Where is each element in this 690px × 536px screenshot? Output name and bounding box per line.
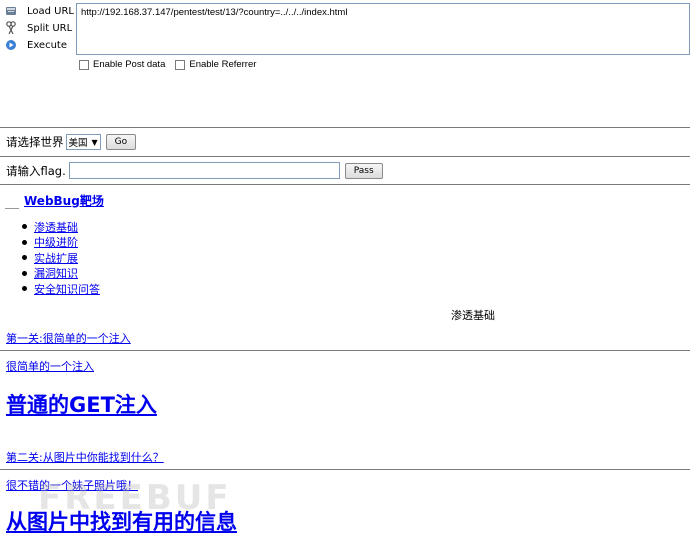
split-url-label: Split URL — [27, 22, 73, 34]
chevron-down-icon: ▼ — [91, 137, 98, 147]
menu-item: 安全知识问答 — [22, 281, 100, 297]
execute-button[interactable]: Execute — [4, 37, 67, 53]
load-url-icon — [4, 4, 18, 18]
divider — [0, 127, 690, 128]
lesson-heading-2[interactable]: 从图片中找到有用的信息 — [6, 506, 237, 536]
lesson-link-2[interactable]: 第二关:从图片中你能找到什么？ — [6, 449, 164, 465]
country-select[interactable]: 美国 ▼ — [65, 134, 101, 150]
country-form: 请选择世界 美国 ▼ Go — [6, 134, 137, 150]
enable-post-data-label: Enable Post data — [93, 59, 166, 70]
divider — [0, 156, 690, 157]
load-url-button[interactable]: Load URL — [4, 3, 74, 19]
load-url-label: Load URL — [27, 5, 75, 17]
lesson-link-1[interactable]: 第一关:很简单的一个注入 — [6, 330, 131, 346]
go-button[interactable]: Go — [105, 134, 137, 150]
enable-referrer-checkbox[interactable]: Enable Referrer — [175, 59, 256, 70]
menu-link-security-qa[interactable]: 安全知识问答 — [34, 281, 100, 297]
bullet-icon — [22, 286, 27, 292]
execute-icon — [4, 38, 18, 52]
brand-link[interactable]: WebBug靶场 — [24, 192, 104, 209]
menu-link-vulnerabilities[interactable]: 漏洞知识 — [34, 265, 78, 281]
split-url-button[interactable]: Split URL — [4, 20, 72, 36]
hackbar-toolbar: Load URL Split URL Execute http://192.16… — [0, 0, 690, 73]
menu-item: 渗透基础 — [22, 219, 100, 235]
flag-form: 请输入flag. Pass — [6, 162, 383, 179]
checkbox-box[interactable] — [79, 59, 89, 70]
url-textarea[interactable]: http://192.168.37.147/pentest/test/13/?c… — [76, 3, 690, 55]
menu-link-intermediate[interactable]: 中级进阶 — [34, 234, 78, 250]
menu-link-basics[interactable]: 渗透基础 — [34, 219, 78, 235]
divider — [0, 184, 690, 185]
menu-item: 中级进阶 — [22, 235, 100, 251]
lesson-heading-1[interactable]: 普通的GET注入 — [6, 389, 157, 419]
logo-image-icon — [5, 199, 19, 209]
enable-referrer-label: Enable Referrer — [189, 59, 257, 70]
checkbox-box[interactable] — [175, 59, 186, 70]
flag-label: 请输入flag. — [6, 163, 66, 178]
lesson-desc-link-2[interactable]: 很不错的一个妹子照片哦！ — [6, 477, 138, 493]
country-select-value: 美国 — [68, 138, 88, 149]
flag-input[interactable] — [68, 162, 340, 179]
divider — [0, 350, 690, 351]
menu-link-practice[interactable]: 实战扩展 — [34, 250, 78, 266]
pass-button[interactable]: Pass — [344, 162, 383, 179]
enable-post-data-checkbox[interactable]: Enable Post data — [79, 59, 165, 70]
split-url-icon — [4, 21, 18, 35]
nav-menu: 渗透基础 中级进阶 实战扩展 漏洞知识 安全知识问答 — [22, 219, 100, 297]
brand-area: WebBug靶场 — [5, 192, 104, 209]
country-label: 请选择世界 — [6, 135, 64, 149]
divider — [0, 469, 690, 470]
menu-item: 漏洞知识 — [22, 266, 100, 282]
execute-label: Execute — [27, 39, 67, 51]
lesson-desc-link-1[interactable]: 很简单的一个注入 — [6, 358, 94, 374]
bullet-icon — [22, 270, 27, 276]
bullet-icon — [22, 255, 27, 261]
bullet-icon — [22, 224, 27, 230]
section-title: 渗透基础 — [451, 309, 495, 322]
menu-item: 实战扩展 — [22, 250, 100, 266]
bullet-icon — [22, 239, 27, 245]
